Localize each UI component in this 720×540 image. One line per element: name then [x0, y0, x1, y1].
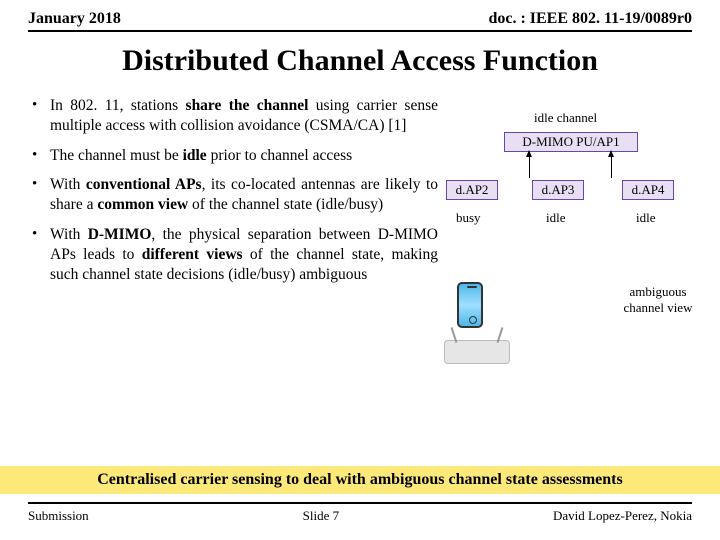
header-doc: doc. : IEEE 802. 11-19/0089r0	[488, 10, 692, 28]
bold-text: different views	[142, 246, 243, 263]
ambiguous-label: ambiguous channel view	[618, 284, 698, 315]
footer-slide-number: Slide 7	[89, 508, 553, 524]
bold-text: idle	[183, 147, 207, 164]
bold-text: share the channel	[186, 97, 309, 114]
bullet-4: With D-MIMO, the physical separation bet…	[28, 225, 438, 284]
slide-footer: Submission Slide 7 David Lopez-Perez, No…	[0, 502, 720, 540]
ap3-box: d.AP3	[532, 180, 584, 200]
footer-author: David Lopez-Perez, Nokia	[553, 508, 692, 524]
ap2-box: d.AP2	[446, 180, 498, 200]
text: In 802. 11, stations	[50, 97, 186, 114]
footer-row: Submission Slide 7 David Lopez-Perez, No…	[28, 508, 692, 524]
header-date: January 2018	[28, 10, 121, 28]
state-idle: idle	[546, 210, 566, 226]
bold-text: D-MIMO	[88, 226, 152, 243]
header-rule	[28, 30, 692, 32]
arrow-stem	[529, 156, 530, 178]
bullet-2: The channel must be idle prior to channe…	[28, 146, 438, 166]
diagram: idle channel D-MIMO PU/AP1 d.AP2 d.AP3 d…	[452, 96, 692, 295]
state-idle: idle	[636, 210, 656, 226]
text: With	[50, 226, 88, 243]
slide-title: Distributed Channel Access Function	[0, 44, 720, 78]
arrow-stem	[611, 156, 612, 178]
state-busy: busy	[456, 210, 481, 226]
bold-text: conventional APs	[86, 176, 202, 193]
phone-icon	[457, 282, 483, 328]
bold-text: common view	[97, 196, 188, 213]
text: The channel must be	[50, 147, 183, 164]
ap4-box: d.AP4	[622, 180, 674, 200]
text: prior to channel access	[207, 147, 352, 164]
idle-channel-label: idle channel	[534, 110, 597, 126]
bullet-3: With conventional APs, its co-located an…	[28, 175, 438, 215]
bullet-list: In 802. 11, stations share the channel u…	[28, 96, 438, 285]
slide-header: January 2018 doc. : IEEE 802. 11-19/0089…	[0, 0, 720, 30]
bullet-column: In 802. 11, stations share the channel u…	[28, 96, 438, 295]
highlight-banner: Centralised carrier sensing to deal with…	[0, 466, 720, 494]
dmimo-box: D-MIMO PU/AP1	[504, 132, 638, 152]
footer-left: Submission	[28, 508, 89, 524]
bullet-1: In 802. 11, stations share the channel u…	[28, 96, 438, 136]
router-icon	[444, 340, 510, 364]
text: of the channel state (idle/busy)	[188, 196, 383, 213]
text: With	[50, 176, 86, 193]
content-area: In 802. 11, stations share the channel u…	[0, 96, 720, 295]
footer-rule	[28, 502, 692, 504]
